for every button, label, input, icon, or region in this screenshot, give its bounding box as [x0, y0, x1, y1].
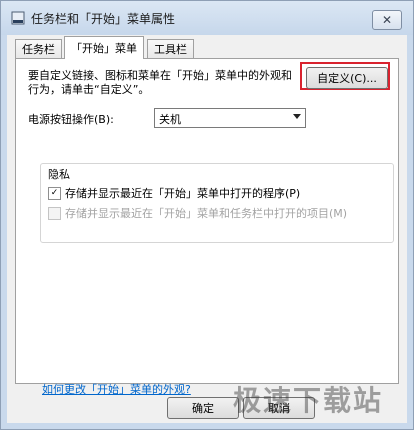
tab-taskbar[interactable]: 任务栏: [15, 39, 62, 58]
dialog-client: 任务栏 「开始」菜单 工具栏 要自定义链接、图标和菜单在「开始」菜单中的外观和行…: [7, 35, 407, 423]
recent-items-label: 存储并显示最近在「开始」菜单和任务栏中打开的项目(M): [65, 207, 348, 220]
properties-window: 任务栏和「开始」菜单属性 ✕ 任务栏 「开始」菜单 工具栏 要自定义链接、图标和…: [0, 0, 414, 430]
close-icon: ✕: [381, 13, 393, 27]
privacy-group: [40, 163, 394, 243]
chevron-down-icon: [293, 114, 301, 119]
checkbox-checked-icon[interactable]: ✓: [48, 186, 61, 200]
tab-start-menu[interactable]: 「开始」菜单: [64, 36, 144, 59]
customize-button[interactable]: 自定义(C)...: [306, 67, 388, 89]
recent-programs-label: 存储并显示最近在「开始」菜单中打开的程序(P): [65, 187, 301, 200]
description-text: 要自定义链接、图标和菜单在「开始」菜单中的外观和行为，请单击“自定义”。: [28, 69, 292, 96]
window-title: 任务栏和「开始」菜单属性: [31, 12, 176, 26]
tab-toolbars[interactable]: 工具栏: [147, 39, 194, 58]
start-menu-panel: 要自定义链接、图标和菜单在「开始」菜单中的外观和行为，请单击“自定义”。 自定义…: [15, 58, 399, 396]
power-button-label: 电源按钮操作(B):: [28, 113, 114, 126]
change-appearance-link[interactable]: 如何更改「开始」菜单的外观?: [42, 381, 191, 397]
privacy-title: 隐私: [48, 168, 70, 181]
recent-programs-option[interactable]: ✓ 存储并显示最近在「开始」菜单中打开的程序(P): [48, 185, 300, 201]
close-button[interactable]: ✕: [372, 10, 402, 30]
power-select-value: 关机: [159, 113, 181, 126]
watermark: 极速下载站: [233, 384, 384, 417]
recent-items-option: 存储并显示最近在「开始」菜单和任务栏中打开的项目(M): [48, 205, 347, 221]
title-bar: 任务栏和「开始」菜单属性 ✕: [1, 1, 413, 35]
taskbar-icon: [11, 11, 25, 25]
checkbox-icon: [48, 206, 61, 220]
power-button-select[interactable]: 关机: [154, 108, 306, 128]
ok-button[interactable]: 确定: [167, 397, 239, 419]
